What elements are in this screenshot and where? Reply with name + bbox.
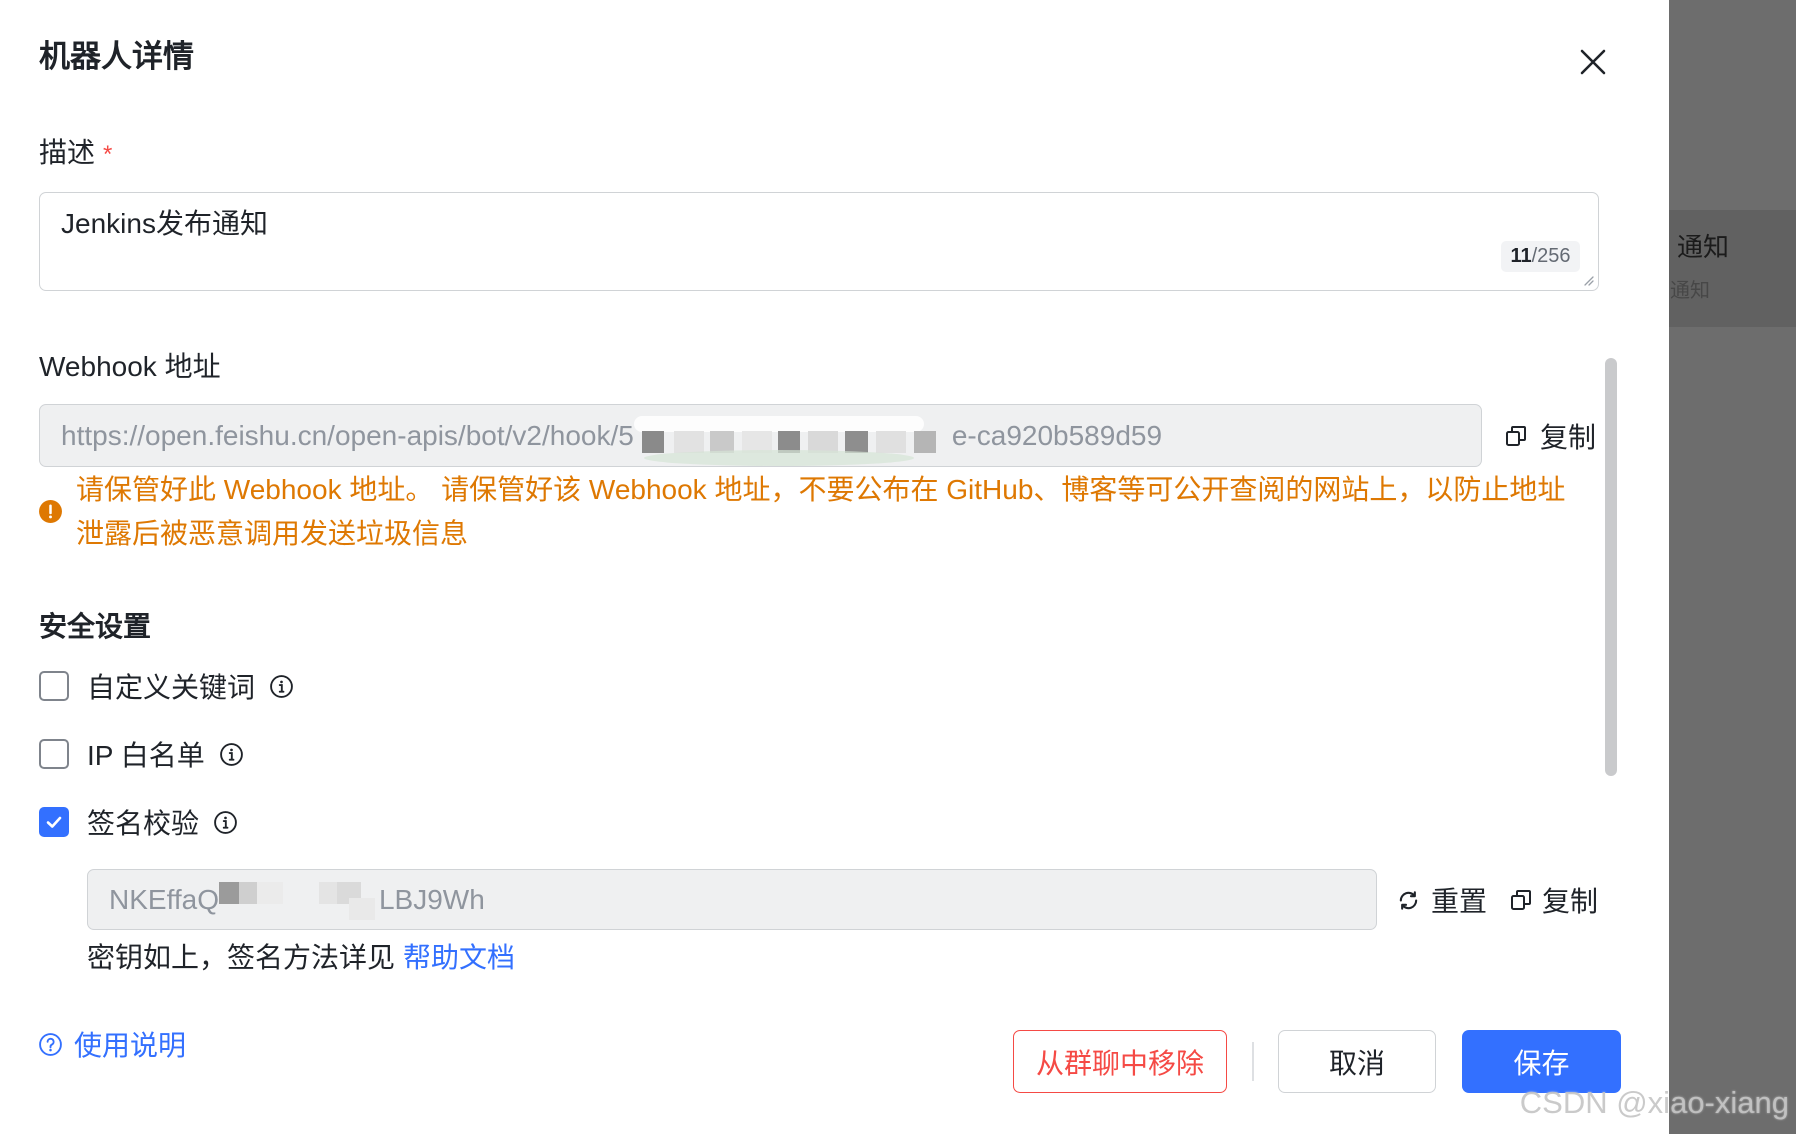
description-label: 描述 xyxy=(39,137,96,168)
option-custom-keywords[interactable]: 自定义关键词 xyxy=(39,668,294,704)
remove-from-group-label: 从群聊中移除 xyxy=(1035,1047,1204,1079)
secret-hint-text: 密钥如上，签名方法详见 xyxy=(87,942,396,973)
character-limit: /256 xyxy=(1531,245,1571,267)
remove-from-group-button[interactable]: 从群聊中移除 xyxy=(1013,1030,1227,1093)
warning-circle-icon xyxy=(38,499,63,524)
option-ip-whitelist[interactable]: IP 白名单 xyxy=(39,736,244,772)
copy-webhook-button[interactable]: 复制 xyxy=(1505,418,1596,454)
mosaic-block xyxy=(875,430,906,453)
redaction-mosaic xyxy=(218,878,379,922)
webhook-url-field[interactable]: https://open.feishu.cn/open-apis/bot/v2/… xyxy=(39,404,1482,467)
close-icon xyxy=(1580,49,1606,75)
info-icon[interactable] xyxy=(269,674,294,699)
background-item-title: 通知 xyxy=(1677,232,1730,262)
cancel-button[interactable]: 取消 xyxy=(1278,1030,1436,1093)
mosaic-block xyxy=(673,430,704,453)
mosaic-block xyxy=(643,449,914,466)
reset-secret-button[interactable]: 重置 xyxy=(1397,882,1487,918)
warning-circle-icon-svg xyxy=(39,500,62,523)
info-icon-svg xyxy=(270,674,293,698)
help-doc-link[interactable]: 帮助文档 xyxy=(403,942,515,973)
modal-backdrop[interactable]: 通知 通知 xyxy=(1669,0,1796,1134)
info-icon[interactable] xyxy=(219,742,244,767)
resize-handle-icon[interactable] xyxy=(1582,274,1594,286)
save-label: 保存 xyxy=(1513,1047,1570,1079)
ip-whitelist-checkbox[interactable] xyxy=(39,739,69,769)
mosaic-block xyxy=(913,430,936,453)
description-label-row: 描述 * xyxy=(39,135,112,171)
mosaic-block xyxy=(348,897,375,920)
webhook-warning-text: 请保管好此 Webhook 地址。 请保管好该 Webhook 地址，不要公布在… xyxy=(76,474,1566,549)
question-circle-icon xyxy=(39,1032,62,1056)
security-heading: 安全设置 xyxy=(39,611,152,642)
scrollbar-thumb[interactable] xyxy=(1605,358,1617,776)
info-icon-svg xyxy=(214,810,237,834)
mosaic-block xyxy=(807,430,838,453)
secret-key-value: NKEffaQ LBJ9Wh xyxy=(109,870,485,929)
custom-keywords-checkbox[interactable] xyxy=(39,671,69,701)
character-counter: 11/256 xyxy=(1501,241,1580,272)
signature-check-checkbox[interactable] xyxy=(39,807,69,837)
custom-keywords-label: 自定义关键词 xyxy=(87,672,256,703)
copy-webhook-label: 复制 xyxy=(1540,422,1597,453)
background-item-subtitle: 通知 xyxy=(1670,280,1710,302)
copy-secret-label: 复制 xyxy=(1542,886,1599,917)
watermark: CSDN @xiao-xiang xyxy=(1519,1085,1789,1120)
secret-key-start: NKEffaQ xyxy=(109,883,219,915)
dialog-title: 机器人详情 xyxy=(39,39,194,74)
description-value: Jenkins发布通知 xyxy=(61,208,268,239)
signature-check-label: 签名校验 xyxy=(87,808,200,839)
cancel-label: 取消 xyxy=(1328,1047,1385,1079)
mosaic-block xyxy=(633,415,924,432)
description-textarea[interactable]: Jenkins发布通知 11/256 xyxy=(39,192,1599,291)
refresh-icon xyxy=(1399,890,1418,910)
footer-divider xyxy=(1252,1042,1254,1081)
mosaic-block xyxy=(238,881,257,904)
check-icon xyxy=(46,816,62,828)
bot-detail-dialog: 机器人详情 描述 * Jenkins发布通知 11/256 Webhook 地址 … xyxy=(0,0,1669,1134)
character-count: 11 xyxy=(1510,245,1532,267)
close-button[interactable] xyxy=(1578,47,1608,77)
secret-key-field[interactable]: NKEffaQ LBJ9Wh xyxy=(87,869,1377,930)
info-icon[interactable] xyxy=(213,810,238,835)
usage-guide-label: 使用说明 xyxy=(74,1030,187,1061)
webhook-url-start: https://open.feishu.cn/open-apis/bot/v2/… xyxy=(61,419,634,451)
usage-guide-link[interactable]: 使用说明 xyxy=(38,1026,186,1062)
mosaic-block xyxy=(844,430,868,453)
background-list-item: 通知 通知 xyxy=(1669,210,1796,327)
required-mark: * xyxy=(103,141,113,168)
copy-icon xyxy=(1506,426,1526,446)
ip-whitelist-label: IP 白名单 xyxy=(87,740,205,771)
info-icon-svg xyxy=(219,742,243,766)
mosaic-block xyxy=(641,430,664,453)
mosaic-block xyxy=(709,430,734,453)
reset-label: 重置 xyxy=(1431,886,1488,917)
copy-secret-button[interactable]: 复制 xyxy=(1510,882,1598,918)
redaction-mosaic xyxy=(633,414,952,466)
secret-key-end: LBJ9Wh xyxy=(378,883,485,915)
copy-icon xyxy=(1511,890,1531,910)
secret-hint: 密钥如上，签名方法详见 帮助文档 xyxy=(87,940,515,976)
webhook-url-value: https://open.feishu.cn/open-apis/bot/v2/… xyxy=(61,405,1162,466)
mosaic-block xyxy=(218,881,239,904)
webhook-url-end: e-ca920b589d59 xyxy=(951,419,1163,451)
mosaic-block xyxy=(256,881,283,904)
option-signature-check[interactable]: 签名校验 xyxy=(39,804,238,840)
webhook-label: Webhook 地址 xyxy=(39,351,221,382)
